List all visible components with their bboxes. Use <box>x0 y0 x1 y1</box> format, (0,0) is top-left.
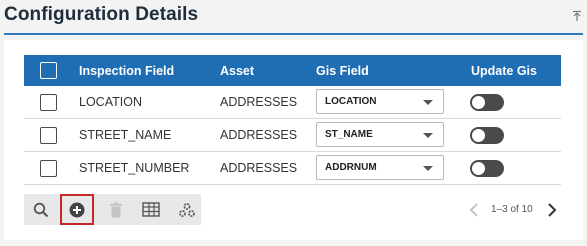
table-view-button[interactable] <box>134 194 168 225</box>
row-checkbox[interactable] <box>40 94 57 111</box>
chevron-down-icon <box>423 100 433 105</box>
pagination-label: 1–3 of 10 <box>491 204 533 215</box>
toggle-knob <box>472 162 485 175</box>
update-gis-toggle[interactable] <box>470 127 504 144</box>
add-circle-icon <box>69 202 85 217</box>
chevron-right-icon <box>548 203 557 217</box>
table-header: Inspection Field Asset Gis Field Update … <box>24 55 561 86</box>
select-all-checkbox[interactable] <box>40 62 57 79</box>
toggle-knob <box>472 96 485 109</box>
gis-field-value: ST_NAME <box>325 129 373 140</box>
header-divider <box>4 33 583 35</box>
chevron-down-icon <box>423 166 433 171</box>
next-page-button[interactable] <box>547 202 557 221</box>
gis-field-select[interactable]: ST_NAME <box>316 122 444 147</box>
row-checkbox[interactable] <box>40 127 57 144</box>
delete-button[interactable] <box>99 194 133 225</box>
column-inspection-field[interactable]: Inspection Field <box>79 64 174 78</box>
configuration-card: Inspection Field Asset Gis Field Update … <box>4 40 583 240</box>
table-row: STREET_NUMBER ADDRESSES ADDRNUM <box>24 152 561 185</box>
chevron-left-icon <box>469 203 478 217</box>
inspection-field-cell: LOCATION <box>79 95 142 109</box>
gis-field-value: LOCATION <box>325 96 377 107</box>
search-icon <box>33 202 49 217</box>
inspection-field-cell: STREET_NUMBER <box>79 161 190 175</box>
settings-cogs-icon <box>179 202 195 217</box>
inspection-field-cell: STREET_NAME <box>79 128 172 142</box>
grid-toolbar <box>24 194 201 225</box>
panel-title: Configuration Details <box>4 4 199 25</box>
gis-field-select[interactable]: ADDRNUM <box>316 155 444 180</box>
row-checkbox[interactable] <box>40 160 57 177</box>
add-button[interactable] <box>60 194 94 225</box>
column-gis-field[interactable]: Gis Field <box>316 64 369 78</box>
column-asset[interactable]: Asset <box>220 64 254 78</box>
trash-icon <box>110 202 122 217</box>
chevron-down-icon <box>423 133 433 138</box>
asset-cell: ADDRESSES <box>220 95 298 109</box>
asset-cell: ADDRESSES <box>220 128 298 142</box>
gis-field-value: ADDRNUM <box>325 162 377 173</box>
update-gis-toggle[interactable] <box>470 160 504 177</box>
table-row: STREET_NAME ADDRESSES ST_NAME <box>24 119 561 152</box>
table-grid-icon <box>142 202 160 217</box>
collapse-icon[interactable] <box>571 9 583 21</box>
update-gis-toggle[interactable] <box>470 94 504 111</box>
table-row: LOCATION ADDRESSES LOCATION <box>24 86 561 119</box>
search-button[interactable] <box>24 194 58 225</box>
column-update-gis[interactable]: Update Gis <box>471 64 537 78</box>
asset-cell: ADDRESSES <box>220 161 298 175</box>
panel-header: Configuration Details <box>0 0 587 34</box>
settings-button[interactable] <box>170 194 204 225</box>
toggle-knob <box>472 129 485 142</box>
previous-page-button[interactable] <box>469 202 479 221</box>
gis-field-select[interactable]: LOCATION <box>316 89 444 114</box>
